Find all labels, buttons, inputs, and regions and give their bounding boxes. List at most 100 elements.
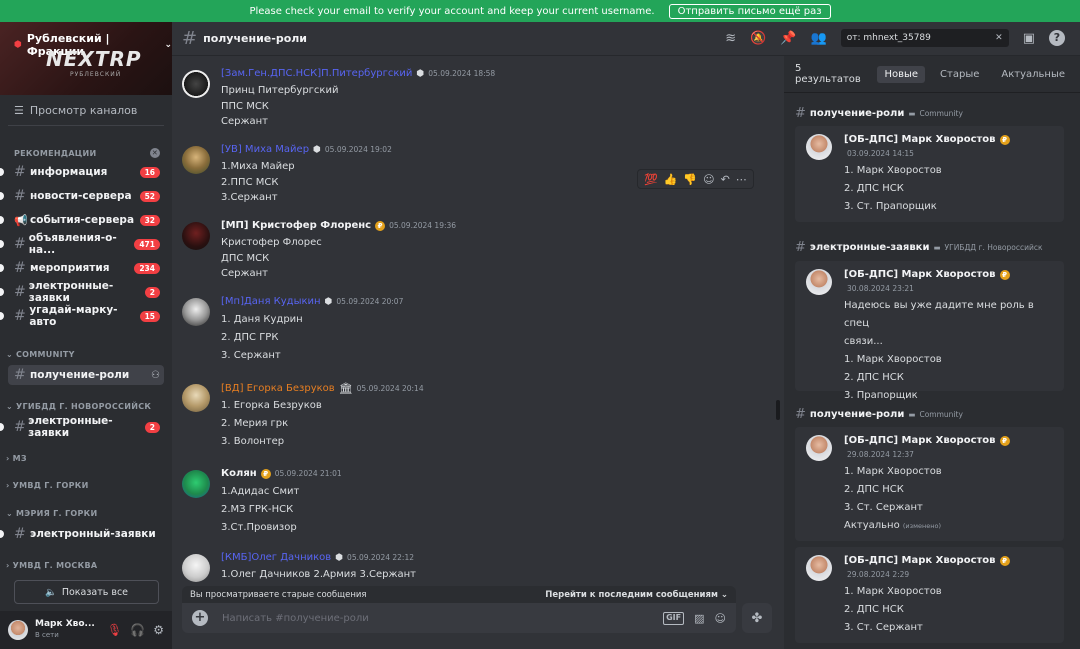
chevron-right-icon: › (6, 561, 10, 570)
sidebar-item-e-applications-3[interactable]: # электронный-заявки (8, 524, 164, 544)
hash-icon: # (14, 284, 26, 300)
chevron-down-icon: ⌄ (6, 402, 14, 411)
message-author[interactable]: Колян (221, 468, 257, 479)
apps-icon: ✤ (751, 610, 763, 626)
sidebar-item-e-applications[interactable]: # электронные-заявки 2 (8, 280, 164, 304)
section-ugibdd[interactable]: ⌄ УГИБДД Г. НОВОРОССИЙСК (6, 402, 151, 411)
gear-icon[interactable]: ⚙ (153, 623, 164, 637)
close-icon[interactable]: ✕ (995, 33, 1003, 43)
speaker-icon: 🔈 (44, 586, 57, 598)
result-author[interactable]: [ОБ-ДПС] Марк Хворостов (844, 555, 996, 566)
result-channel-header[interactable]: # получение-роли ▬ Community (795, 407, 963, 422)
avatar[interactable] (806, 269, 832, 295)
result-line: 3. Ст. Сержант (844, 502, 923, 513)
result-time: 30.08.2024 23:21 (847, 284, 914, 293)
scrollbar-thumb[interactable] (776, 400, 780, 420)
search-result[interactable]: [ОБ-ДПС] Марк Хворостов ₽ 29.08.2024 12:3… (795, 427, 1064, 541)
reaction-100-icon[interactable]: 💯 (644, 173, 658, 186)
sidebar-item-get-role[interactable]: # получение-роли ⚇ (8, 365, 164, 385)
tab-newest[interactable]: Новые (877, 65, 926, 83)
avatar[interactable] (8, 620, 28, 640)
unread-indicator (0, 168, 4, 176)
search-input[interactable]: от: mhnext_35789 ✕ (840, 29, 1009, 47)
mic-muted-icon[interactable]: 🎙 (107, 623, 122, 637)
emoji-icon[interactable]: ☺ (715, 612, 726, 625)
message-author[interactable]: [КМБ]Олег Дачников (221, 552, 331, 563)
avatar[interactable] (806, 134, 832, 160)
message-author[interactable]: [Мп]Даня Кудыкин (221, 296, 321, 307)
sticker-icon[interactable]: ▨ (694, 612, 704, 625)
avatar[interactable] (806, 555, 832, 581)
search-result[interactable]: [ОБ-ДПС] Марк Хворостов ₽ 03.09.2024 14:1… (795, 126, 1064, 222)
message-author[interactable]: [Зам.Ген.ДПС.НСК]П.Питербургский (221, 68, 412, 79)
unread-indicator (0, 312, 4, 320)
result-time: 29.08.2024 2:29 (847, 570, 910, 579)
avatar[interactable] (182, 70, 210, 98)
show-all-button[interactable]: 🔈 Показать все (14, 580, 159, 604)
message-composer[interactable]: + Написать #получение-роли GIF ▨ ☺ (182, 603, 736, 633)
avatar[interactable] (182, 146, 210, 174)
result-author[interactable]: [ОБ-ДПС] Марк Хворостов (844, 435, 996, 446)
section-recommend[interactable]: РЕКОМЕНДАЦИИ ✕ (14, 148, 160, 158)
search-result[interactable]: [ОБ-ДПС] Марк Хворостов ₽ 29.08.2024 2:29… (795, 547, 1064, 643)
mention-badge: 471 (134, 238, 160, 250)
section-meria[interactable]: ⌄ МЭРИЯ Г. ГОРКИ (6, 509, 97, 518)
sidebar-item-announcements[interactable]: # объявления-о-на... 471 (8, 232, 164, 256)
inbox-icon[interactable]: ▣ (1023, 31, 1035, 46)
threads-icon[interactable]: ≋ (725, 31, 736, 46)
message-author[interactable]: [МП] Кристофер Флоренс (221, 220, 371, 231)
sidebar-item-server-news[interactable]: # новости-сервера 52 (8, 186, 164, 206)
avatar[interactable] (182, 470, 210, 498)
hash-icon: # (795, 106, 806, 121)
members-icon[interactable]: 👥 (811, 31, 827, 46)
sidebar-item-events[interactable]: # мероприятия 234 (8, 258, 164, 278)
results-tabs: 5 результатов Новые Старые Актуальные (784, 56, 1080, 93)
headphones-icon[interactable]: 🎧 (130, 623, 145, 637)
server-header[interactable]: ⬢ Рублевский | Фракции ⌄ NEXTRP РУБЛЕВСК… (0, 22, 172, 95)
old-messages-text: Вы просматриваете старые сообщения (190, 589, 367, 600)
pin-icon[interactable]: 📌 (780, 31, 796, 46)
section-umvd-gorki[interactable]: › УМВД Г. ГОРКИ (6, 481, 89, 490)
avatar[interactable] (182, 554, 210, 582)
gif-icon[interactable]: GIF (663, 611, 685, 625)
thumbs-up-icon[interactable]: 👍 (664, 173, 678, 186)
result-channel-header[interactable]: # получение-роли ▬ Community (795, 106, 963, 121)
user-name[interactable]: Марк Хво... В сети (35, 619, 95, 641)
booster-icon: ₽ (375, 220, 386, 231)
sidebar-item-e-applications-2[interactable]: # электронные-заявки 2 (8, 415, 164, 439)
add-reaction-icon[interactable]: ☺ (703, 173, 714, 186)
more-icon[interactable]: ⋯ (736, 173, 747, 186)
add-member-icon[interactable]: ⚇ (151, 370, 160, 381)
section-community[interactable]: ⌄ COMMUNITY (6, 350, 75, 359)
search-result[interactable]: [ОБ-ДПС] Марк Хворостов ₽ 30.08.2024 23:2… (795, 261, 1064, 401)
result-author[interactable]: [ОБ-ДПС] Марк Хворостов (844, 269, 996, 280)
thumbs-down-icon[interactable]: 👎 (683, 173, 697, 186)
avatar[interactable] (182, 384, 210, 412)
result-author[interactable]: [ОБ-ДПС] Марк Хворостов (844, 134, 996, 145)
close-icon[interactable]: ✕ (150, 148, 160, 158)
avatar[interactable] (806, 435, 832, 461)
sidebar-item-guess-car[interactable]: # угадай-марку-авто 15 (8, 304, 164, 328)
sidebar-item-server-events[interactable]: 📢 события-сервера 32 (8, 210, 164, 230)
result-channel-header[interactable]: # электронные-заявки ▬ УГИБДД г. Новороссий… (795, 240, 1043, 255)
section-mz[interactable]: › МЗ (6, 454, 27, 463)
reply-icon[interactable]: ↶ (721, 173, 730, 186)
avatar[interactable] (182, 222, 210, 250)
apps-button[interactable]: ✤ (742, 603, 772, 633)
tab-oldest[interactable]: Старые (933, 66, 986, 83)
browse-channels[interactable]: ☰ Просмотр каналов (14, 104, 137, 117)
sidebar-item-info[interactable]: # информация 16 (8, 162, 164, 182)
section-umvd-moscow[interactable]: › УМВД Г. МОСКВА (6, 561, 97, 570)
message-author[interactable]: [УВ] Миха Майер (221, 144, 309, 155)
attach-button[interactable]: + (192, 610, 208, 626)
avatar[interactable] (182, 298, 210, 326)
resend-email-button[interactable]: Отправить письмо ещё раз (668, 3, 831, 19)
jump-to-present-button[interactable]: Перейти к последним сообщениям ⌄ (545, 590, 728, 600)
tab-relevant[interactable]: Актуальные (994, 66, 1072, 83)
message-author[interactable]: [ВД] Егорка Безруков (221, 383, 335, 394)
message-input[interactable]: Написать #получение-роли (222, 613, 369, 624)
help-icon[interactable]: ? (1049, 30, 1065, 46)
unread-indicator (0, 288, 4, 296)
hash-icon: # (14, 260, 26, 276)
bell-off-icon[interactable]: 🔕 (750, 31, 766, 46)
